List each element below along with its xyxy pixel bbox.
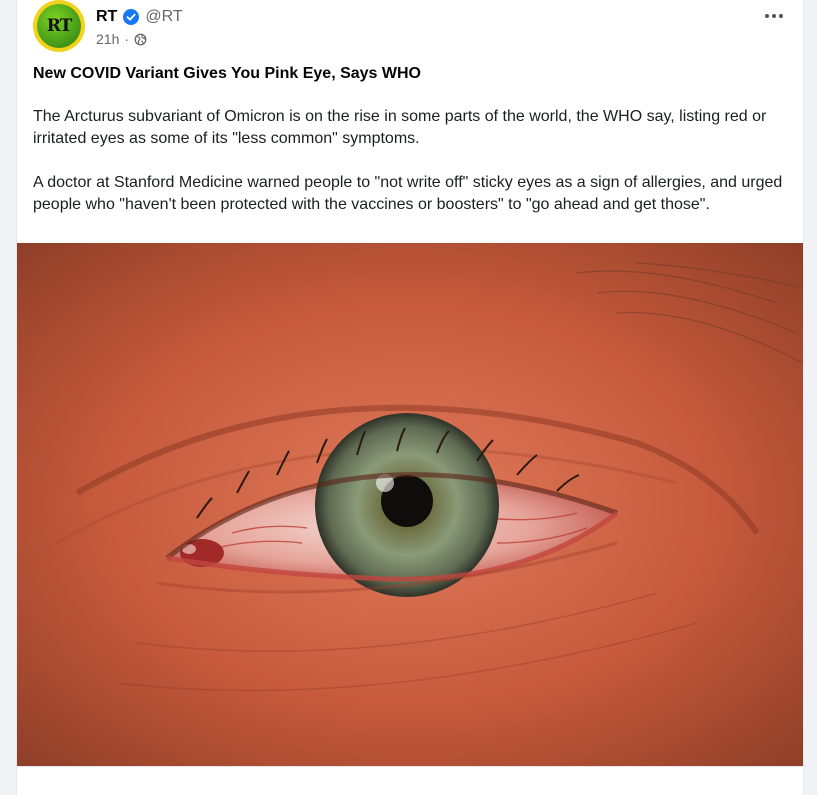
- divider: [17, 766, 803, 767]
- verified-badge-icon: [123, 9, 140, 25]
- post-timestamp[interactable]: 21h: [96, 31, 119, 47]
- post-headline: New COVID Variant Gives You Pink Eye, Sa…: [33, 65, 421, 82]
- author-handle[interactable]: @RT: [145, 8, 182, 26]
- post-meta: 21h ·: [96, 31, 147, 47]
- globe-icon: [134, 33, 147, 45]
- more-options-icon: [765, 14, 769, 18]
- post-paragraph-2: A doctor at Stanford Medicine warned peo…: [33, 174, 783, 213]
- more-options-button[interactable]: [759, 4, 789, 28]
- meta-separator: ·: [124, 31, 130, 47]
- rt-logo: RT: [37, 4, 81, 48]
- eye-illustration: [17, 243, 803, 766]
- author-name[interactable]: RT: [96, 8, 117, 26]
- author-row: RT @RT: [96, 8, 183, 26]
- post-card: RT RT @RT 21h · New COVID Variant Gives …: [16, 0, 804, 795]
- author-avatar[interactable]: RT: [33, 0, 85, 52]
- post-image[interactable]: [17, 243, 803, 766]
- post-paragraph-1: The Arcturus subvariant of Omicron is on…: [33, 108, 767, 147]
